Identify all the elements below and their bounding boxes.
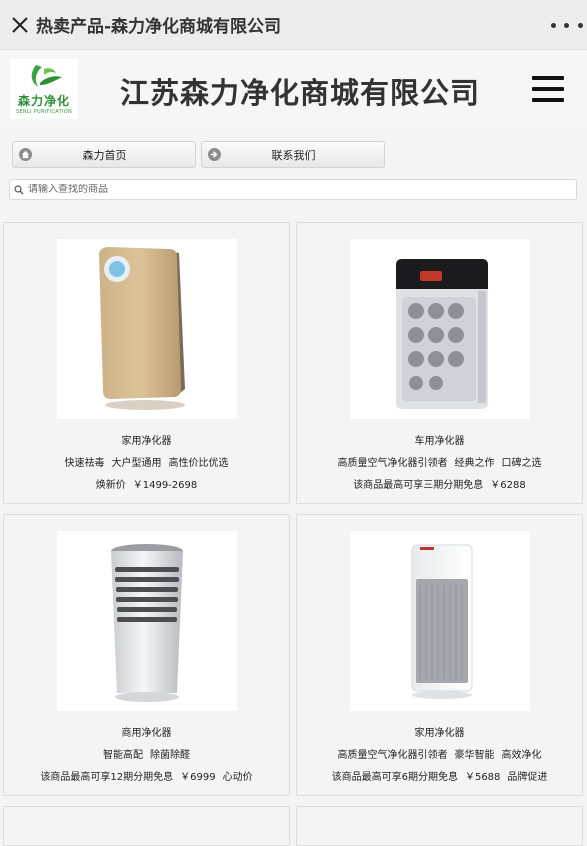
price-suffix: 心动价 [222, 772, 253, 783]
product-tag: 高效净化 [501, 750, 542, 761]
product-card[interactable]: 车用净化器 高质量空气净化器引领者 经典之作 口碑之选 该商品最高可享三期分期免息 ￥… [296, 222, 583, 504]
company-logo[interactable]: 森力净化 SENLI PURIFICATION [10, 59, 78, 119]
product-image[interactable] [350, 531, 530, 711]
logo-leaf-icon [31, 65, 62, 87]
product-tag: 豪华智能 [454, 750, 495, 761]
product-card[interactable]: 家用净化器 快速祛毒 大户型通用 高性价比优选 焕新价 ￥1499-2698 [3, 222, 290, 504]
search-input[interactable] [28, 184, 558, 195]
product-tags: 智能高配 除菌除醛 [4, 746, 289, 761]
product-tags: 高质量空气净化器引领者 豪华智能 高效净化 [297, 746, 582, 761]
product-name: 商用净化器 [121, 728, 172, 739]
logo-name: 森力净化 [17, 94, 70, 108]
price-value: ￥1499-2698 [132, 480, 198, 491]
product-tag: 高性价比优选 [168, 458, 229, 469]
price-value: ￥5688 [464, 772, 501, 783]
search-bar [9, 179, 577, 200]
price-value: ￥6999 [180, 772, 216, 783]
hamburger-menu-icon[interactable] [532, 76, 564, 102]
price-label: 该商品最高可享三期分期免息 [353, 480, 484, 491]
product-tag: 经典之作 [454, 458, 495, 469]
product-tag: 口碑之选 [501, 458, 542, 469]
product-image[interactable] [350, 239, 530, 419]
product-image[interactable] [57, 531, 237, 711]
window-title: 热卖产品-森力净化商城有限公司 [36, 17, 282, 37]
product-card[interactable]: 商用净化器 智能高配 除菌除醛 该商品最高可享12期分期免息 ￥6999 心动价 [3, 514, 290, 796]
product-tag: 大户型通用 [111, 458, 162, 469]
company-name: 江苏森力净化商城有限公司 [120, 76, 481, 110]
search-icon [14, 184, 28, 195]
title-bar: 热卖产品-森力净化商城有限公司 [0, 0, 587, 50]
product-tag: 智能高配 [103, 750, 143, 761]
product-price: 该商品最高可享三期分期免息 ￥6288 [297, 476, 582, 491]
product-name: 家用净化器 [121, 436, 172, 447]
price-suffix: 品牌促进 [507, 772, 548, 783]
product-card[interactable] [3, 806, 290, 846]
price-label: 焕新价 [95, 480, 126, 491]
price-label: 该商品最高可享12期分期免息 [40, 772, 174, 783]
more-icon[interactable] [547, 12, 587, 38]
product-price: 该商品最高可享12期分期免息 ￥6999 心动价 [4, 768, 289, 783]
arrow-right-circle-icon [208, 148, 221, 161]
close-icon[interactable] [6, 11, 34, 39]
product-tag: 快速祛毒 [64, 458, 105, 469]
product-card[interactable]: 家用净化器 高质量空气净化器引领者 豪华智能 高效净化 该商品最高可享6期分期免息 ￥… [296, 514, 583, 796]
home-button[interactable]: 森力首页 [12, 141, 196, 168]
product-tag: 高质量空气净化器引领者 [337, 458, 448, 469]
product-tags: 快速祛毒 大户型通用 高性价比优选 [4, 454, 289, 469]
home-button-label: 森力首页 [82, 148, 127, 162]
product-price: 焕新价 ￥1499-2698 [4, 476, 289, 491]
product-tags: 高质量空气净化器引领者 经典之作 口碑之选 [297, 454, 582, 469]
price-value: ￥6288 [490, 480, 526, 491]
home-icon [19, 148, 32, 161]
product-name: 车用净化器 [414, 436, 465, 447]
product-tag: 除菌除醛 [150, 750, 190, 761]
product-tag: 高质量空气净化器引领者 [337, 750, 448, 761]
product-card[interactable] [296, 806, 583, 846]
product-price: 该商品最高可享6期分期免息 ￥5688 品牌促进 [297, 768, 582, 783]
site-header: 森力净化 SENLI PURIFICATION 江苏森力净化商城有限公司 [0, 50, 587, 130]
product-image[interactable] [57, 239, 237, 419]
contact-button[interactable]: 联系我们 [201, 141, 385, 168]
logo-subtext: SENLI PURIFICATION [15, 109, 73, 115]
contact-button-label: 联系我们 [271, 148, 316, 162]
price-label: 该商品最高可享6期分期免息 [331, 772, 458, 783]
product-name: 家用净化器 [414, 728, 465, 739]
